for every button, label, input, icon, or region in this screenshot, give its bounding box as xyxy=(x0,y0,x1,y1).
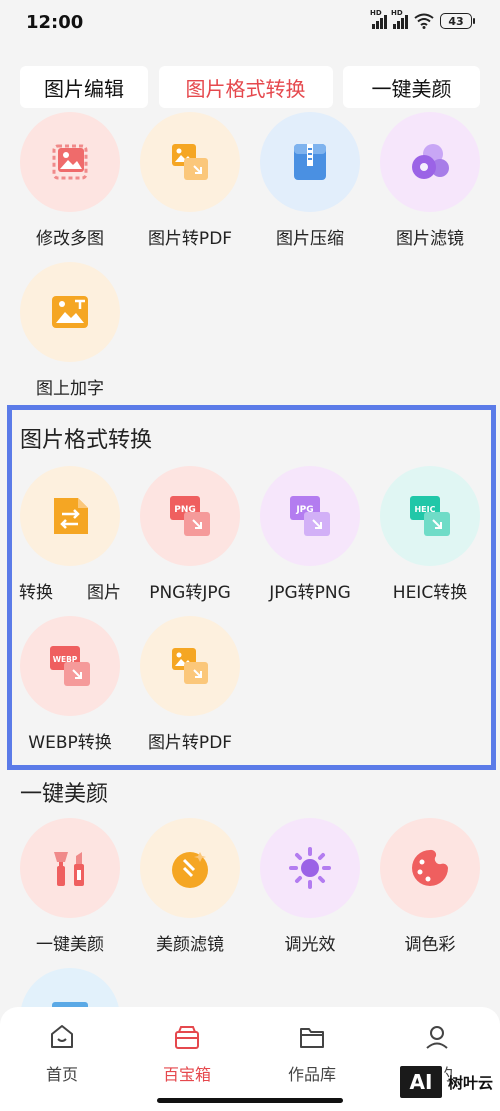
profile-icon xyxy=(426,1026,448,1049)
tool-image-to-pdf[interactable]: 图片转PDF xyxy=(130,112,250,257)
watermark-text: 树叶云 xyxy=(448,1073,494,1092)
tool-circle: WEBP xyxy=(20,616,120,716)
tool-circle xyxy=(380,112,480,212)
add-text-icon xyxy=(52,296,88,328)
tool-circle xyxy=(140,112,240,212)
tool-label: 一键美颜 xyxy=(36,935,104,955)
tool-label: 转换 图片 xyxy=(19,583,121,603)
home-indicator[interactable] xyxy=(157,1098,343,1103)
tool-label: 图片转PDF xyxy=(147,229,233,249)
image-to-pdf-icon xyxy=(172,144,208,180)
tool-label: WEBP转换 xyxy=(28,733,112,753)
section-title-format: 图片格式转换 xyxy=(20,428,153,453)
compress-icon xyxy=(294,144,326,180)
tool-heic-convert[interactable]: HEIC HEIC转换 xyxy=(370,466,490,611)
tool-add-text[interactable]: 图上加字 xyxy=(10,262,130,407)
tool-label: 图上加字 xyxy=(36,379,104,399)
tool-label: HEIC转换 xyxy=(392,583,468,603)
category-tabs: 图片编辑 图片格式转换 一键美颜 xyxy=(20,66,480,108)
tool-light-effect[interactable]: 调光效 xyxy=(250,818,370,963)
tool-label: 图片滤镜 xyxy=(396,229,464,249)
tool-format-convert[interactable]: 转换 图片 xyxy=(10,466,130,611)
color-palette-icon xyxy=(412,849,448,886)
filter-icon xyxy=(412,144,449,179)
tool-label: 调色彩 xyxy=(404,935,456,955)
signal-icon: HD xyxy=(370,9,387,29)
tab-image-edit[interactable]: 图片编辑 xyxy=(20,66,148,108)
tool-circle xyxy=(20,112,120,212)
tool-label: 美颜滤镜 xyxy=(156,935,224,955)
tool-beauty-filter[interactable]: 美颜滤镜 xyxy=(130,818,250,963)
watermark-logo: AI xyxy=(398,1064,444,1100)
tool-circle xyxy=(260,818,360,918)
tool-circle: HEIC xyxy=(380,466,480,566)
tool-label: 修改多图 xyxy=(36,229,104,249)
tool-multi-image-edit[interactable]: 修改多图 xyxy=(10,112,130,257)
tool-label: 图片转PDF xyxy=(147,733,233,753)
nav-works[interactable]: 作品库 xyxy=(262,1023,362,1085)
nav-home[interactable]: 首页 xyxy=(12,1023,112,1085)
tool-image-to-pdf-2[interactable]: 图片转PDF xyxy=(130,616,250,761)
light-effect-icon xyxy=(289,847,331,889)
status-time: 12:00 xyxy=(26,12,84,33)
wifi-icon xyxy=(414,13,434,29)
makeup-icon xyxy=(54,852,84,886)
status-icons: HD HD 43 xyxy=(370,9,475,29)
status-bar: 12:00 HD HD 43 xyxy=(0,0,500,48)
beauty-filter-icon xyxy=(172,852,208,888)
tool-filter[interactable]: 图片滤镜 xyxy=(370,112,490,257)
tool-circle xyxy=(20,262,120,362)
image-to-pdf-icon xyxy=(172,648,208,684)
tool-circle xyxy=(140,616,240,716)
png-to-jpg-icon: PNG xyxy=(170,496,210,536)
tool-circle: JPG xyxy=(260,466,360,566)
toolbox-icon xyxy=(175,1026,199,1049)
webp-convert-icon: WEBP xyxy=(50,646,90,686)
tool-label: 调光效 xyxy=(284,935,336,955)
tool-compress[interactable]: 图片压缩 xyxy=(250,112,370,257)
battery-icon: 43 xyxy=(440,13,475,29)
tool-circle xyxy=(20,466,120,566)
hd-label: HD xyxy=(370,9,382,17)
tool-circle xyxy=(380,818,480,918)
signal-icon-2: HD xyxy=(391,9,408,29)
format-convert-icon xyxy=(54,498,88,534)
tool-circle xyxy=(260,112,360,212)
multi-image-edit-icon xyxy=(52,144,88,180)
nav-label: 百宝箱 xyxy=(162,1065,211,1084)
nav-label: 作品库 xyxy=(287,1065,336,1084)
tool-circle xyxy=(140,818,240,918)
tool-png-to-jpg[interactable]: PNG PNG转JPG xyxy=(130,466,250,611)
tool-label: 图片压缩 xyxy=(276,229,344,249)
tool-webp-convert[interactable]: WEBP WEBP转换 xyxy=(10,616,130,761)
jpg-to-png-icon: JPG xyxy=(290,496,330,536)
tool-circle xyxy=(20,818,120,918)
folder-icon xyxy=(300,1028,324,1048)
tool-one-click-beauty[interactable]: 一键美颜 xyxy=(10,818,130,963)
tool-jpg-to-png[interactable]: JPG JPG转PNG xyxy=(250,466,370,611)
tool-label: PNG转JPG xyxy=(149,583,231,603)
watermark: AI 树叶云 xyxy=(398,1063,494,1101)
tool-color-adjust[interactable]: 调色彩 xyxy=(370,818,490,963)
section-title-beauty: 一键美颜 xyxy=(20,782,109,807)
tab-format-convert[interactable]: 图片格式转换 xyxy=(158,66,333,108)
home-icon xyxy=(51,1025,73,1048)
tool-label: JPG转PNG xyxy=(269,583,351,603)
heic-convert-icon: HEIC xyxy=(410,496,450,536)
hd-label-2: HD xyxy=(391,9,403,17)
tab-beauty[interactable]: 一键美颜 xyxy=(343,66,480,108)
nav-label: 首页 xyxy=(45,1065,78,1084)
nav-toolbox[interactable]: 百宝箱 xyxy=(137,1023,237,1085)
tool-circle: PNG xyxy=(140,466,240,566)
